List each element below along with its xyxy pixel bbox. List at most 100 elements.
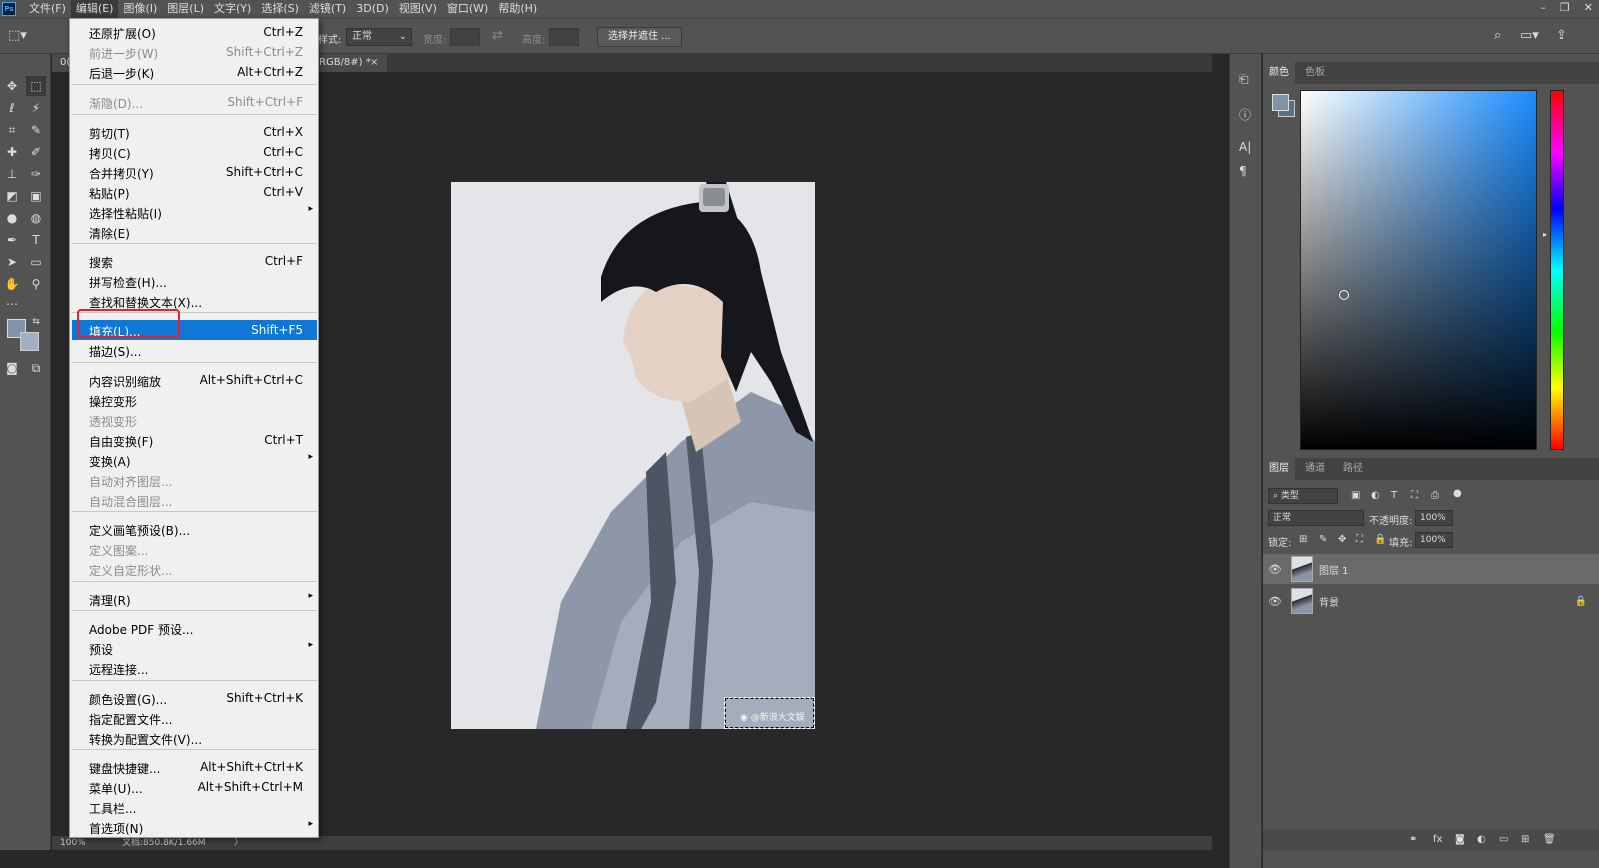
edit-menu-item[interactable]: 内容识别缩放 Alt+Shift+Ctrl+C bbox=[72, 370, 317, 390]
menu-image[interactable]: 图像(I) bbox=[118, 0, 162, 18]
menu-view[interactable]: 视图(V) bbox=[394, 0, 442, 18]
menu-edit[interactable]: 编辑(E) bbox=[70, 0, 119, 18]
filter-smart-icon[interactable]: ⎙ bbox=[1431, 490, 1439, 501]
blend-mode-select[interactable]: 正常 bbox=[1268, 510, 1364, 526]
search-icon[interactable]: ⌕ bbox=[1494, 28, 1501, 43]
layer-row[interactable]: 👁 背景 🔒 bbox=[1263, 586, 1599, 616]
menu-layer[interactable]: 图层(L) bbox=[162, 0, 209, 18]
character-panel-icon[interactable]: A| bbox=[1239, 140, 1251, 154]
edit-menu-item[interactable]: 合并拷贝(Y) Shift+Ctrl+C bbox=[72, 162, 317, 182]
eyedropper-icon[interactable]: ✎ bbox=[26, 120, 46, 140]
edit-menu-item[interactable]: 首选项(N) ▸ bbox=[72, 817, 317, 837]
close-icon[interactable]: ✕ bbox=[1584, 0, 1593, 16]
menu-filter[interactable]: 滤镜(T) bbox=[304, 0, 351, 18]
marquee-preset-icon[interactable]: ⬚▾ bbox=[8, 28, 27, 43]
tab-layers[interactable]: 图层 bbox=[1263, 458, 1295, 480]
fx-icon[interactable]: fx bbox=[1433, 834, 1442, 845]
edit-menu-item[interactable]: 查找和替换文本(X)... bbox=[72, 291, 317, 311]
eye-icon[interactable]: 👁 bbox=[1263, 563, 1287, 576]
filter-type-icon[interactable]: T bbox=[1391, 490, 1397, 501]
gradient-tool-icon[interactable]: ▣ bbox=[26, 186, 46, 206]
swap-colors-icon[interactable]: ⇆ bbox=[26, 312, 46, 332]
hue-slider[interactable] bbox=[1550, 90, 1564, 450]
clone-stamp-icon[interactable]: ⊥ bbox=[2, 164, 22, 184]
blur-tool-icon[interactable]: ● bbox=[2, 208, 22, 228]
swap-icon[interactable]: ⇄ bbox=[492, 28, 503, 43]
history-panel-icon[interactable]: ⎗ bbox=[1239, 72, 1249, 87]
hand-tool-icon[interactable]: ✋ bbox=[2, 274, 22, 294]
zoom-level[interactable]: 100% bbox=[60, 836, 86, 850]
document-image[interactable] bbox=[451, 182, 815, 729]
edit-menu-item[interactable]: 选择性粘贴(I) ▸ bbox=[72, 202, 317, 222]
menu-3d[interactable]: 3D(D) bbox=[351, 0, 394, 18]
edit-menu-item[interactable]: 指定配置文件... bbox=[72, 708, 317, 728]
tab-channels[interactable]: 通道 bbox=[1299, 458, 1331, 480]
magic-wand-icon[interactable]: ⚡ bbox=[26, 98, 46, 118]
background-color-swatch[interactable] bbox=[20, 332, 39, 351]
share-icon[interactable]: ⇪ bbox=[1556, 28, 1567, 43]
edit-menu-item[interactable]: 拷贝(C) Ctrl+C bbox=[72, 142, 317, 162]
edit-menu-item[interactable]: 定义画笔预设(B)... bbox=[72, 519, 317, 539]
edit-menu-item[interactable]: 清理(R) ▸ bbox=[72, 589, 317, 609]
paragraph-panel-icon[interactable]: ¶ bbox=[1239, 164, 1247, 178]
new-layer-icon[interactable]: ⊞ bbox=[1521, 834, 1529, 845]
edit-menu-item[interactable]: 粘贴(P) Ctrl+V bbox=[72, 182, 317, 202]
brush-tool-icon[interactable]: ✐ bbox=[26, 142, 46, 162]
menu-window[interactable]: 窗口(W) bbox=[442, 0, 493, 18]
lasso-tool-icon[interactable]: ℓ bbox=[2, 98, 22, 118]
edit-menu-item[interactable]: 工具栏... bbox=[72, 797, 317, 817]
history-brush-icon[interactable]: ✑ bbox=[26, 164, 46, 184]
workspace-icon[interactable]: ▭▾ bbox=[1520, 28, 1539, 43]
filter-shape-icon[interactable]: ⛶ bbox=[1411, 490, 1418, 501]
edit-menu-item[interactable]: 转换为配置文件(V)... bbox=[72, 728, 317, 748]
height-input[interactable] bbox=[549, 28, 579, 46]
tab-color[interactable]: 颜色 bbox=[1263, 62, 1295, 84]
edit-menu-item[interactable]: Adobe PDF 预设... bbox=[72, 618, 317, 638]
quick-mask-icon[interactable]: ◙ bbox=[2, 358, 22, 378]
rectangle-tool-icon[interactable]: ▭ bbox=[26, 252, 46, 272]
style-select[interactable]: 正常 ⌄ bbox=[346, 28, 412, 46]
lock-all-icon[interactable]: 🔒 bbox=[1374, 534, 1386, 545]
edit-menu-item[interactable]: 远程连接... bbox=[72, 658, 317, 678]
screen-mode-icon[interactable]: ⧉ bbox=[26, 358, 46, 378]
zoom-tool-icon[interactable]: ⚲ bbox=[26, 274, 46, 294]
healing-brush-icon[interactable]: ✚ bbox=[2, 142, 22, 162]
type-tool-icon[interactable]: T bbox=[26, 230, 46, 250]
edit-menu-item[interactable]: 清除(E) bbox=[72, 222, 317, 242]
tab-swatches[interactable]: 色板 bbox=[1299, 62, 1331, 84]
lock-position-icon[interactable]: ✥ bbox=[1338, 534, 1346, 545]
edit-menu-item[interactable]: 剪切(T) Ctrl+X bbox=[72, 122, 317, 142]
dodge-tool-icon[interactable]: ◍ bbox=[26, 208, 46, 228]
menu-help[interactable]: 帮助(H) bbox=[493, 0, 542, 18]
edit-menu-item[interactable]: 描边(S)... bbox=[72, 340, 317, 360]
trash-icon[interactable]: 🗑 bbox=[1543, 834, 1556, 845]
info-panel-icon[interactable]: ⓘ bbox=[1239, 106, 1251, 123]
tab-paths[interactable]: 路径 bbox=[1337, 458, 1369, 480]
edit-menu-item[interactable]: 搜索 Ctrl+F bbox=[72, 251, 317, 271]
link-icon[interactable]: ⚭ bbox=[1409, 834, 1417, 845]
marquee-tool-icon[interactable]: ⬚ bbox=[26, 76, 46, 96]
filter-pixel-icon[interactable]: ▣ bbox=[1351, 490, 1360, 501]
eraser-icon[interactable]: ◩ bbox=[2, 186, 22, 206]
move-tool-icon[interactable]: ✥ bbox=[2, 76, 22, 96]
menu-type[interactable]: 文字(Y) bbox=[209, 0, 256, 18]
lock-artboard-icon[interactable]: ⛶ bbox=[1356, 534, 1363, 545]
edit-menu-item[interactable]: 变换(A) ▸ bbox=[72, 450, 317, 470]
layer-filter-select[interactable]: ⌕ 类型 bbox=[1268, 488, 1338, 504]
lock-transparency-icon[interactable]: ⊞ bbox=[1299, 534, 1307, 545]
status-arrow-icon[interactable]: 〉 bbox=[234, 836, 243, 850]
pen-tool-icon[interactable]: ✒ bbox=[2, 230, 22, 250]
edit-menu-item[interactable]: 还原扩展(O) Ctrl+Z bbox=[72, 22, 317, 42]
select-and-mask-button[interactable]: 选择并遮住 ... bbox=[597, 27, 682, 47]
menu-file[interactable]: 文件(F) bbox=[24, 0, 71, 18]
edit-menu-item[interactable]: 菜单(U)... Alt+Shift+Ctrl+M bbox=[72, 777, 317, 797]
path-select-icon[interactable]: ➤ bbox=[2, 252, 22, 272]
filter-toggle-icon[interactable]: ● bbox=[1453, 488, 1462, 499]
edit-menu-item[interactable]: 拼写检查(H)... bbox=[72, 271, 317, 291]
minimize-icon[interactable]: – bbox=[1540, 0, 1546, 16]
tab-close-icon[interactable]: × bbox=[370, 54, 378, 72]
more-tools-icon[interactable]: ⋯ bbox=[2, 294, 22, 314]
edit-menu-item[interactable]: 后退一步(K) Alt+Ctrl+Z bbox=[72, 62, 317, 82]
edit-menu-item[interactable]: 自由变换(F) Ctrl+T bbox=[72, 430, 317, 450]
lock-pixels-icon[interactable]: ✎ bbox=[1319, 534, 1327, 545]
